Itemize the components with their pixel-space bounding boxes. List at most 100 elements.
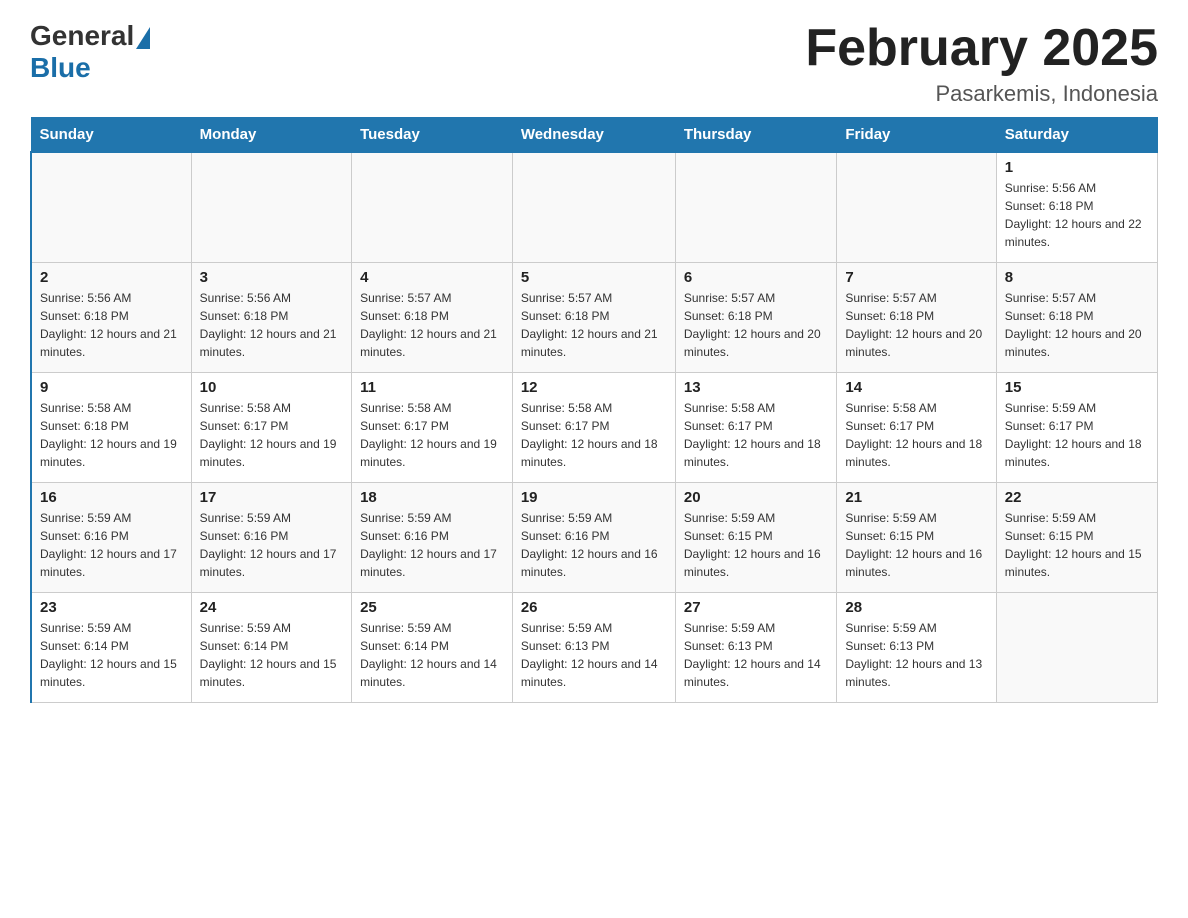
day-number: 7 (845, 269, 987, 286)
day-info: Sunrise: 5:58 AM Sunset: 6:17 PM Dayligh… (845, 399, 987, 471)
calendar-cell (352, 152, 513, 262)
calendar-cell: 2 Sunrise: 5:56 AM Sunset: 6:18 PM Daylig… (31, 262, 191, 372)
calendar-header-row: SundayMondayTuesdayWednesdayThursdayFrid… (31, 118, 1158, 153)
header-sunday: Sunday (31, 118, 191, 153)
calendar-cell: 27 Sunrise: 5:59 AM Sunset: 6:13 PM Dayli… (675, 592, 837, 702)
day-info: Sunrise: 5:59 AM Sunset: 6:15 PM Dayligh… (845, 509, 987, 581)
day-number: 26 (521, 599, 667, 616)
calendar-cell: 13Sunrise: 5:58 AM Sunset: 6:17 PM Dayli… (675, 372, 837, 482)
logo-general-text: General (30, 20, 134, 52)
day-number: 1 (1005, 159, 1149, 176)
day-number: 24 (200, 599, 343, 616)
calendar-cell (996, 592, 1157, 702)
day-info: Sunrise: 5:57 AM Sunset: 6:18 PM Dayligh… (1005, 289, 1149, 361)
day-info: Sunrise: 5:59 AM Sunset: 6:13 PM Dayligh… (521, 619, 667, 691)
day-info: Sunrise: 5:58 AM Sunset: 6:17 PM Dayligh… (521, 399, 667, 471)
calendar-table: SundayMondayTuesdayWednesdayThursdayFrid… (30, 117, 1158, 703)
day-info: Sunrise: 5:59 AM Sunset: 6:14 PM Dayligh… (40, 619, 183, 691)
day-info: Sunrise: 5:59 AM Sunset: 6:14 PM Dayligh… (200, 619, 343, 691)
calendar-cell: 25 Sunrise: 5:59 AM Sunset: 6:14 PM Dayli… (352, 592, 513, 702)
calendar-cell: 17Sunrise: 5:59 AM Sunset: 6:16 PM Dayli… (191, 482, 351, 592)
day-number: 23 (40, 599, 183, 616)
day-info: Sunrise: 5:59 AM Sunset: 6:16 PM Dayligh… (521, 509, 667, 581)
calendar-cell: 26 Sunrise: 5:59 AM Sunset: 6:13 PM Dayli… (512, 592, 675, 702)
calendar-cell: 19 Sunrise: 5:59 AM Sunset: 6:16 PM Dayli… (512, 482, 675, 592)
day-info: Sunrise: 5:59 AM Sunset: 6:14 PM Dayligh… (360, 619, 504, 691)
day-info: Sunrise: 5:59 AM Sunset: 6:17 PM Dayligh… (1005, 399, 1149, 471)
logo-blue-text: Blue (30, 52, 91, 84)
day-number: 21 (845, 489, 987, 506)
day-info: Sunrise: 5:56 AM Sunset: 6:18 PM Dayligh… (200, 289, 343, 361)
day-info: Sunrise: 5:59 AM Sunset: 6:13 PM Dayligh… (684, 619, 829, 691)
calendar-cell: 3 Sunrise: 5:56 AM Sunset: 6:18 PM Daylig… (191, 262, 351, 372)
day-info: Sunrise: 5:57 AM Sunset: 6:18 PM Dayligh… (684, 289, 829, 361)
calendar-cell: 5Sunrise: 5:57 AM Sunset: 6:18 PM Daylig… (512, 262, 675, 372)
calendar-cell: 15 Sunrise: 5:59 AM Sunset: 6:17 PM Dayli… (996, 372, 1157, 482)
day-info: Sunrise: 5:57 AM Sunset: 6:18 PM Dayligh… (360, 289, 504, 361)
calendar-cell: 24 Sunrise: 5:59 AM Sunset: 6:14 PM Dayli… (191, 592, 351, 702)
day-number: 3 (200, 269, 343, 286)
calendar-cell: 10 Sunrise: 5:58 AM Sunset: 6:17 PM Dayli… (191, 372, 351, 482)
header-saturday: Saturday (996, 118, 1157, 153)
header-friday: Friday (837, 118, 996, 153)
calendar-cell (837, 152, 996, 262)
calendar-cell: 18 Sunrise: 5:59 AM Sunset: 6:16 PM Dayli… (352, 482, 513, 592)
day-number: 11 (360, 379, 504, 396)
day-info: Sunrise: 5:59 AM Sunset: 6:13 PM Dayligh… (845, 619, 987, 691)
calendar-cell: 22Sunrise: 5:59 AM Sunset: 6:15 PM Dayli… (996, 482, 1157, 592)
day-number: 2 (40, 269, 183, 286)
calendar-cell: 20 Sunrise: 5:59 AM Sunset: 6:15 PM Dayli… (675, 482, 837, 592)
calendar-cell: 28 Sunrise: 5:59 AM Sunset: 6:13 PM Dayli… (837, 592, 996, 702)
calendar-week-5: 23 Sunrise: 5:59 AM Sunset: 6:14 PM Dayli… (31, 592, 1158, 702)
logo-triangle-icon (136, 27, 150, 49)
calendar-cell: 8 Sunrise: 5:57 AM Sunset: 6:18 PM Daylig… (996, 262, 1157, 372)
calendar-cell: 23 Sunrise: 5:59 AM Sunset: 6:14 PM Dayli… (31, 592, 191, 702)
calendar-cell (31, 152, 191, 262)
calendar-cell (675, 152, 837, 262)
day-info: Sunrise: 5:58 AM Sunset: 6:17 PM Dayligh… (684, 399, 829, 471)
day-number: 22 (1005, 489, 1149, 506)
calendar-cell: 16 Sunrise: 5:59 AM Sunset: 6:16 PM Dayli… (31, 482, 191, 592)
title-area: February 2025 Pasarkemis, Indonesia (805, 20, 1158, 107)
day-number: 8 (1005, 269, 1149, 286)
day-number: 15 (1005, 379, 1149, 396)
day-number: 19 (521, 489, 667, 506)
day-info: Sunrise: 5:58 AM Sunset: 6:18 PM Dayligh… (40, 399, 183, 471)
day-info: Sunrise: 5:56 AM Sunset: 6:18 PM Dayligh… (40, 289, 183, 361)
calendar-cell: 11 Sunrise: 5:58 AM Sunset: 6:17 PM Dayli… (352, 372, 513, 482)
day-number: 20 (684, 489, 829, 506)
header-thursday: Thursday (675, 118, 837, 153)
day-number: 10 (200, 379, 343, 396)
day-number: 18 (360, 489, 504, 506)
calendar-week-4: 16 Sunrise: 5:59 AM Sunset: 6:16 PM Dayli… (31, 482, 1158, 592)
day-number: 6 (684, 269, 829, 286)
day-info: Sunrise: 5:58 AM Sunset: 6:17 PM Dayligh… (360, 399, 504, 471)
calendar-cell: 12Sunrise: 5:58 AM Sunset: 6:17 PM Dayli… (512, 372, 675, 482)
day-info: Sunrise: 5:59 AM Sunset: 6:15 PM Dayligh… (684, 509, 829, 581)
calendar-cell: 14 Sunrise: 5:58 AM Sunset: 6:17 PM Dayli… (837, 372, 996, 482)
day-number: 25 (360, 599, 504, 616)
day-number: 27 (684, 599, 829, 616)
calendar-cell (191, 152, 351, 262)
day-number: 28 (845, 599, 987, 616)
day-info: Sunrise: 5:59 AM Sunset: 6:16 PM Dayligh… (40, 509, 183, 581)
day-info: Sunrise: 5:56 AM Sunset: 6:18 PM Dayligh… (1005, 179, 1149, 251)
calendar-week-1: 1 Sunrise: 5:56 AM Sunset: 6:18 PM Daylig… (31, 152, 1158, 262)
calendar-cell: 1 Sunrise: 5:56 AM Sunset: 6:18 PM Daylig… (996, 152, 1157, 262)
calendar-week-3: 9 Sunrise: 5:58 AM Sunset: 6:18 PM Daylig… (31, 372, 1158, 482)
day-number: 14 (845, 379, 987, 396)
day-info: Sunrise: 5:59 AM Sunset: 6:16 PM Dayligh… (360, 509, 504, 581)
day-number: 17 (200, 489, 343, 506)
calendar-cell: 21 Sunrise: 5:59 AM Sunset: 6:15 PM Dayli… (837, 482, 996, 592)
logo: General Blue (30, 20, 152, 84)
calendar-week-2: 2 Sunrise: 5:56 AM Sunset: 6:18 PM Daylig… (31, 262, 1158, 372)
calendar-cell: 9 Sunrise: 5:58 AM Sunset: 6:18 PM Daylig… (31, 372, 191, 482)
header-tuesday: Tuesday (352, 118, 513, 153)
day-number: 5 (521, 269, 667, 286)
day-number: 16 (40, 489, 183, 506)
day-number: 9 (40, 379, 183, 396)
day-info: Sunrise: 5:57 AM Sunset: 6:18 PM Dayligh… (845, 289, 987, 361)
calendar-title: February 2025 (805, 20, 1158, 77)
day-info: Sunrise: 5:58 AM Sunset: 6:17 PM Dayligh… (200, 399, 343, 471)
header-monday: Monday (191, 118, 351, 153)
